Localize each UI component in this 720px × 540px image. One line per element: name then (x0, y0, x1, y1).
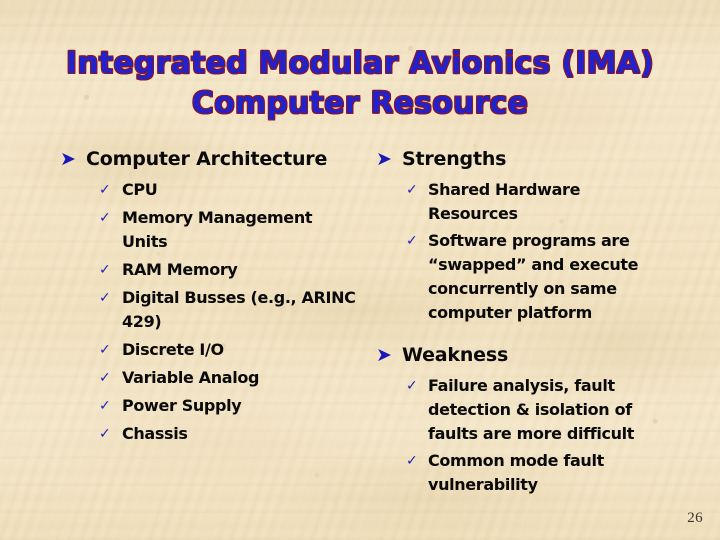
right-content-column: ➤ Strengths ✓ Shared Hardware Resources … (376, 147, 656, 500)
strengths-list: ✓ Shared Hardware Resources ✓ Software p… (376, 178, 656, 325)
list-item: ✓ Common mode fault vulnerability (376, 449, 656, 497)
list-item-label: Chassis (122, 424, 188, 443)
list-item: ✓ Variable Analog (60, 366, 360, 390)
check-bullet-icon: ✓ (99, 290, 111, 306)
check-bullet-icon: ✓ (99, 182, 111, 198)
list-item: ✓ Shared Hardware Resources (376, 178, 656, 226)
list-item-label: Failure analysis, fault detection & isol… (428, 376, 635, 443)
check-bullet-icon: ✓ (406, 453, 418, 469)
heading-label: Strengths (402, 148, 507, 170)
heading-weakness: ➤ Weakness (376, 343, 656, 368)
arrow-bullet-icon: ➤ (60, 148, 76, 170)
list-item-label: RAM Memory (122, 260, 238, 279)
slide-canvas: Integrated Modular Avionics (IMA) Comput… (0, 0, 720, 540)
weakness-block: ➤ Weakness ✓ Failure analysis, fault det… (376, 343, 656, 497)
check-bullet-icon: ✓ (99, 370, 111, 386)
check-bullet-icon: ✓ (99, 262, 111, 278)
list-item: ✓ Power Supply (60, 394, 360, 418)
computer-architecture-list: ✓ CPU ✓ Memory Management Units ✓ RAM Me… (60, 178, 360, 446)
list-item: ✓ Memory Management Units (60, 206, 360, 254)
left-content-column: ➤ Computer Architecture ✓ CPU ✓ Memory M… (60, 147, 360, 450)
check-bullet-icon: ✓ (99, 398, 111, 414)
check-bullet-icon: ✓ (99, 210, 111, 226)
heading-computer-architecture: ➤ Computer Architecture (60, 147, 360, 172)
check-bullet-icon: ✓ (406, 378, 418, 394)
heading-label: Weakness (402, 344, 509, 366)
list-item-label: Memory Management Units (122, 208, 313, 251)
list-item-label: Variable Analog (122, 368, 260, 387)
list-item-label: Shared Hardware Resources (428, 180, 581, 223)
list-item-label: Power Supply (122, 396, 242, 415)
page-number: 26 (687, 510, 703, 526)
list-item-label: Discrete I/O (122, 340, 224, 359)
list-item: ✓ Discrete I/O (60, 338, 360, 362)
check-bullet-icon: ✓ (99, 426, 111, 442)
list-item: ✓ CPU (60, 178, 360, 202)
arrow-bullet-icon: ➤ (376, 148, 392, 170)
strengths-block: ➤ Strengths ✓ Shared Hardware Resources … (376, 147, 656, 325)
list-item-label: Software programs are “swapped” and exec… (428, 231, 639, 322)
check-bullet-icon: ✓ (99, 342, 111, 358)
list-item: ✓ Chassis (60, 422, 360, 446)
list-item: ✓ Software programs are “swapped” and ex… (376, 229, 656, 325)
list-item: ✓ Digital Busses (e.g., ARINC 429) (60, 286, 360, 334)
list-item-label: CPU (122, 180, 158, 199)
check-bullet-icon: ✓ (406, 182, 418, 198)
slide-title: Integrated Modular Avionics (IMA) Comput… (66, 46, 654, 121)
heading-strengths: ➤ Strengths (376, 147, 656, 172)
arrow-bullet-icon: ➤ (376, 344, 392, 366)
list-item-label: Common mode fault vulnerability (428, 451, 604, 494)
heading-label: Computer Architecture (86, 148, 328, 170)
list-item: ✓ Failure analysis, fault detection & is… (376, 374, 656, 446)
check-bullet-icon: ✓ (406, 233, 418, 249)
list-item-label: Digital Busses (e.g., ARINC 429) (122, 288, 356, 331)
list-item: ✓ RAM Memory (60, 258, 360, 282)
weakness-list: ✓ Failure analysis, fault detection & is… (376, 374, 656, 497)
